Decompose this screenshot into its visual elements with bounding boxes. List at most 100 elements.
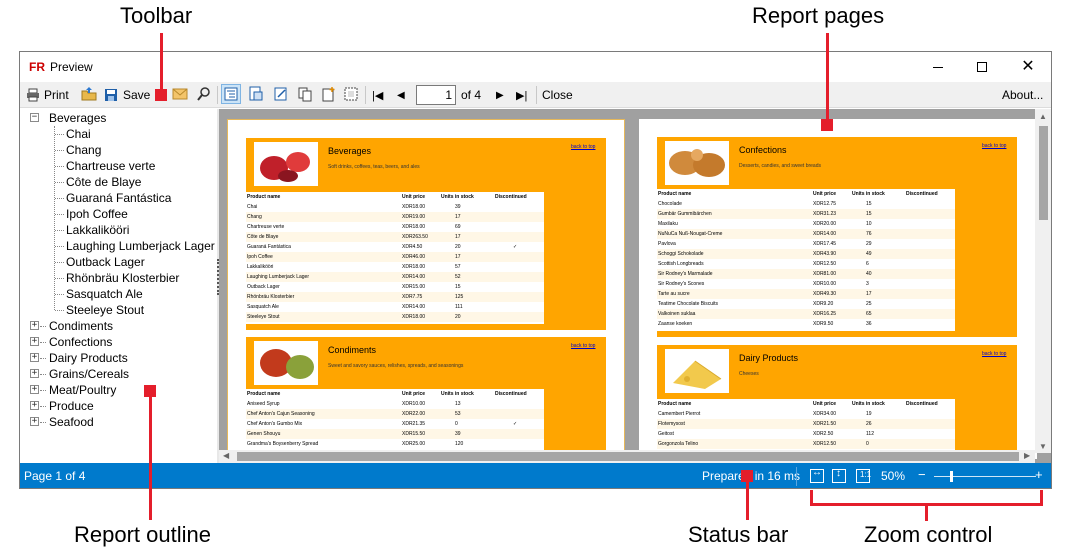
first-page-button[interactable]: |◀ [372,85,383,105]
outline-child-item[interactable]: Rhönbräu Klosterbier [66,270,179,286]
back-to-top-link[interactable]: back to top [571,144,595,150]
outline-child-item[interactable]: Côte de Blaye [66,174,141,190]
outline-child-item[interactable]: Guaraná Fantástica [66,190,171,206]
back-to-top-link[interactable]: back to top [982,143,1006,149]
outline-toggle-button[interactable] [221,84,241,104]
table-cell: 26 [866,421,872,427]
table-cell: XDR4.50 [402,244,423,250]
outline-category-item[interactable]: Condiments [49,318,113,334]
outline-child-item[interactable]: Laughing Lumberjack Lager [66,238,215,254]
back-to-top-link[interactable]: back to top [571,343,595,349]
prev-page-button[interactable]: ◀ [397,85,405,105]
zoom-whole-page-button[interactable]: ↕ [832,468,846,483]
horizontal-scrollbar[interactable]: ◀ ▶ [219,450,1035,463]
outline-category-item[interactable]: Grains/Cereals [49,366,129,382]
outline-category-item[interactable]: Seafood [49,414,94,430]
expand-toggle-icon[interactable]: + [30,353,39,362]
outline-category-item[interactable]: Meat/Poultry [49,382,116,398]
dairy-table: Product name Unit price Units in stock Disc… [657,399,955,451]
table-row: Chai XDR18.00 39 [246,202,544,212]
table-cell: XDR14.00 [813,231,837,237]
report-section-dairy: Dairy Products Cheeses back to top Product … [657,345,1017,457]
table-cell: XDR19.00 [402,214,426,220]
zoom-slider[interactable] [934,471,1036,482]
open-button[interactable] [81,86,97,102]
column-header: Units in stock [441,391,474,397]
table-row: Gorgonzola Telino XDR12.50 0 [657,439,955,449]
outline-child-item[interactable]: Chai [66,126,91,142]
table-cell: XDR10.00 [402,401,426,407]
expand-toggle-icon[interactable]: + [30,321,39,330]
outline-category-item[interactable]: Dairy Products [49,350,128,366]
minimize-icon [933,67,943,68]
outline-child-item[interactable]: Chartreuse verte [66,158,155,174]
back-to-top-link[interactable]: back to top [982,351,1006,357]
page-number-input[interactable] [416,85,456,105]
table-cell: Zaanse koeken [658,321,693,327]
report-section-beverages: Beverages Soft drinks, coffees, teas, bee… [246,138,606,330]
table-cell: 20 [455,244,461,250]
outline-category-item[interactable]: Confections [49,334,112,350]
vertical-scrollbar[interactable]: ▲ ▼ [1035,109,1051,453]
find-button[interactable] [196,86,212,102]
zoom-out-button[interactable]: − [918,467,926,482]
new-page-icon [322,87,335,102]
expand-toggle-icon[interactable]: + [30,337,39,346]
minimize-button[interactable] [928,59,948,75]
zoom-100-button[interactable]: 1:1 [856,469,871,483]
condiments-image [254,341,318,385]
zoom-page-width-button[interactable]: ↔ [810,467,824,483]
email-button[interactable] [172,86,188,102]
page-setup-button[interactable] [248,86,264,102]
annotation-zoom-control: Zoom control [864,522,993,547]
tree-line [55,262,64,263]
outline-child-item[interactable]: Ipoh Coffee [66,206,128,222]
column-header: Product name [658,401,692,407]
expand-toggle-icon[interactable]: + [30,417,39,426]
preview-window: FR Preview ✕ Print Save |◀ ◀ 1 of 4 ▶ ▶|… [19,51,1052,489]
save-button[interactable]: Save [104,85,150,105]
new-page-button[interactable] [320,86,336,102]
horizontal-scroll-thumb[interactable] [237,452,1019,461]
collapse-toggle-icon[interactable]: − [30,113,39,122]
outline-child-item[interactable]: Outback Lager [66,254,145,270]
about-button[interactable]: About... [1002,85,1043,105]
print-button[interactable]: Print [26,85,69,105]
column-header: Product name [247,194,281,200]
table-cell: 39 [455,431,461,437]
table-row: Steeleye Stout XDR18.00 20 [246,312,544,322]
dairy-image [665,349,729,393]
save-disk-icon [105,89,117,101]
outline-child-item[interactable]: Lakkalikööri [66,222,129,238]
table-cell: XDR9.50 [813,321,834,327]
next-page-icon: ▶ [496,89,504,101]
expand-toggle-icon[interactable]: + [30,401,39,410]
copy-page-button[interactable] [297,86,313,102]
outline-item-beverages[interactable]: Beverages [49,110,106,126]
close-button[interactable]: Close [542,85,573,105]
outline-child-item[interactable]: Steeleye Stout [66,302,144,318]
delete-page-button[interactable] [343,86,359,102]
table-cell: Scottish Longbreads [658,261,704,267]
zoom-slider-thumb[interactable] [950,471,953,482]
table-row: Pavlova XDR17.45 29 [657,239,955,249]
expand-toggle-icon[interactable]: + [30,385,39,394]
last-page-button[interactable]: ▶| [516,85,527,105]
expand-toggle-icon[interactable]: + [30,369,39,378]
table-cell: XDR14.00 [402,304,426,310]
callout-line [925,503,928,521]
close-window-button[interactable]: ✕ [1018,58,1038,76]
dairy-title: Dairy Products [739,353,799,363]
outline-child-item[interactable]: Sasquatch Ale [66,286,143,302]
callout-line [160,33,163,93]
zoom-in-button[interactable]: + [1035,467,1043,482]
vertical-scroll-thumb[interactable] [1039,126,1048,220]
outline-child-item[interactable]: Chang [66,142,101,158]
maximize-button[interactable] [972,59,992,75]
edit-page-button[interactable] [273,86,289,102]
table-row: Sir Rodney's Marmalade XDR81.00 40 [657,269,955,279]
table-cell: XDR10.00 [813,281,837,287]
next-page-button[interactable]: ▶ [496,85,504,105]
report-page: Confections Desserts, candies, and sweet … [639,119,1037,459]
outline-category-item[interactable]: Produce [49,398,94,414]
